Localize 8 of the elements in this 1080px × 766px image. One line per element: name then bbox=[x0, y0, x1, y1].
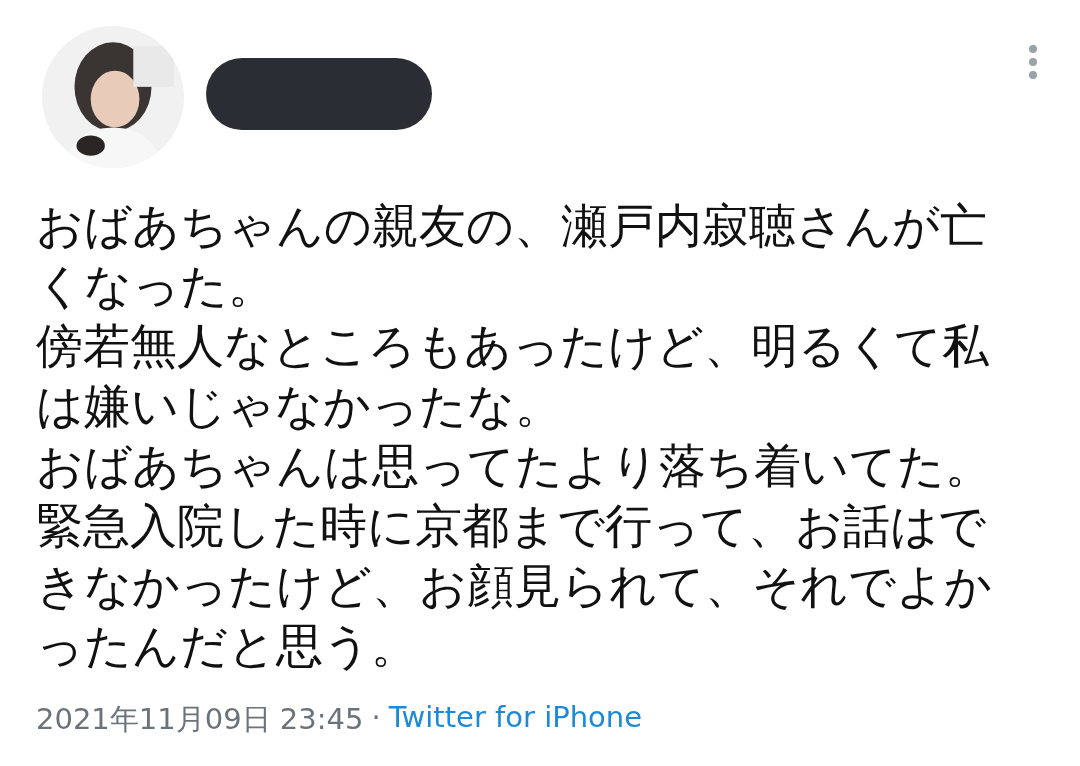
source-link[interactable]: Twitter for iPhone bbox=[388, 700, 643, 740]
tweet-text: おばあちゃんの親友の、瀬戸内寂聴さんが亡くなった。 bbox=[36, 197, 988, 315]
tweet-text: 緊急入院した時に京都まで行って、お話はできなかったけど、お顔見られて、それでよかったんだと思う。 bbox=[36, 497, 993, 675]
separator: · bbox=[371, 700, 381, 736]
more-options-icon[interactable] bbox=[1028, 44, 1038, 80]
tweet-text: おばあちゃんは思ってたより落ち着いてた。 bbox=[36, 437, 993, 495]
timestamp: 2021年11月09日 23:45 bbox=[36, 701, 364, 738]
tweet-text: 傍若無人なところもあったけど、明るくて私は嫌いじゃなかったな。 bbox=[36, 317, 990, 435]
